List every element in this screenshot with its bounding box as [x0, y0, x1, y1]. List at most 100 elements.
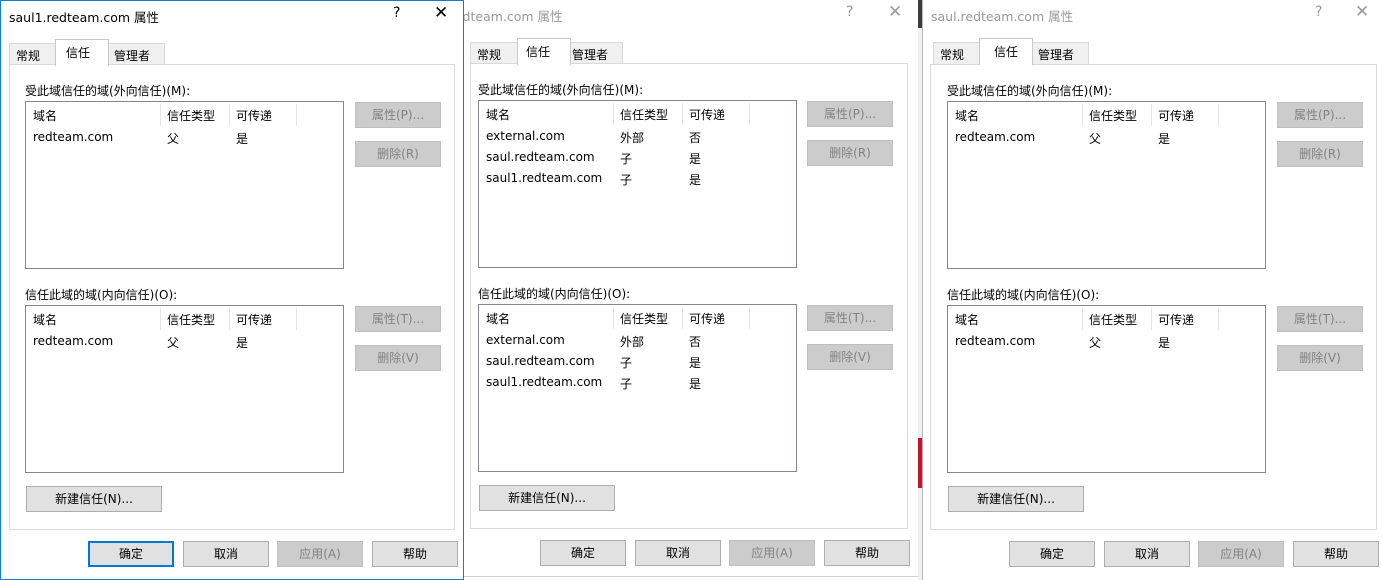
- column-header-domain[interactable]: 域名: [486, 106, 510, 123]
- column-header-domain[interactable]: 域名: [33, 107, 57, 124]
- help-icon[interactable]: ?: [1315, 4, 1322, 20]
- tab-managed-by[interactable]: 管理者: [1031, 42, 1089, 64]
- column-header-transitive[interactable]: 可传递: [689, 106, 725, 123]
- new-trust-button[interactable]: 新建信任(N)...: [26, 486, 162, 512]
- outgoing-properties-button[interactable]: 属性(P)...: [807, 101, 893, 127]
- ok-button[interactable]: 确定: [540, 540, 626, 566]
- column-header-trust-type[interactable]: 信任类型: [620, 106, 668, 123]
- incoming-properties-button[interactable]: 属性(T)...: [807, 305, 893, 331]
- transitive-cell: 是: [689, 356, 702, 370]
- domain-cell: external.com: [486, 333, 565, 347]
- tab-trusts[interactable]: 信任: [517, 38, 571, 65]
- incoming-properties-button[interactable]: 属性(T)...: [1277, 306, 1363, 332]
- column-header-domain[interactable]: 域名: [955, 107, 979, 124]
- ok-button[interactable]: 确定: [88, 541, 174, 567]
- outgoing-remove-button[interactable]: 删除(R): [355, 141, 441, 167]
- incoming-trusts-list[interactable]: 域名 信任类型 可传递 redteam.com 父 是: [25, 305, 344, 473]
- outgoing-remove-button[interactable]: 删除(R): [807, 140, 893, 166]
- outgoing-properties-button[interactable]: 属性(P)...: [1277, 102, 1363, 128]
- list-item[interactable]: redteam.com 父 是: [26, 128, 343, 149]
- apply-button[interactable]: 应用(A): [1198, 541, 1284, 567]
- column-header-trust-type[interactable]: 信任类型: [620, 310, 668, 327]
- outgoing-trusts-list[interactable]: 域名 信任类型 可传递 redteam.com 父 是: [25, 101, 344, 269]
- incoming-remove-button[interactable]: 删除(V): [1277, 345, 1363, 371]
- trust-type-cell: 子: [620, 377, 633, 391]
- incoming-remove-button[interactable]: 删除(V): [355, 345, 441, 371]
- list-item[interactable]: saul.redteam.com 子 是: [479, 352, 796, 373]
- apply-button[interactable]: 应用(A): [729, 540, 815, 566]
- tab-trusts[interactable]: 信任: [979, 38, 1033, 65]
- title-bar[interactable]: saul1.redteam.com 属性 ? ✕: [1, 1, 463, 29]
- column-divider: [613, 307, 614, 329]
- title-bar[interactable]: saul.redteam.com 属性 ? ✕: [923, 0, 1382, 28]
- column-header-domain[interactable]: 域名: [33, 311, 57, 328]
- incoming-trusts-label: 信任此域的域(内向信任)(O):: [478, 287, 631, 301]
- close-icon[interactable]: ✕: [888, 2, 902, 22]
- cancel-button[interactable]: 取消: [183, 541, 269, 567]
- trust-type-cell: 父: [167, 336, 180, 350]
- tab-trusts[interactable]: 信任: [55, 39, 109, 66]
- ok-button[interactable]: 确定: [1009, 541, 1095, 567]
- domain-cell: redteam.com: [33, 130, 114, 144]
- tab-general[interactable]: 常规: [470, 42, 518, 64]
- transitive-cell: 是: [236, 132, 249, 146]
- title-bar[interactable]: redteam.com 属性 ? ✕: [464, 0, 918, 28]
- transitive-cell: 是: [689, 173, 702, 187]
- new-trust-button[interactable]: 新建信任(N)...: [479, 485, 615, 511]
- outgoing-trusts-list[interactable]: 域名 信任类型 可传递 external.com 外部 否 saul.redte…: [478, 100, 797, 268]
- column-header-trust-type[interactable]: 信任类型: [167, 311, 215, 328]
- column-header-domain[interactable]: 域名: [486, 310, 510, 327]
- incoming-trusts-list[interactable]: 域名 信任类型 可传递 redteam.com 父 是: [947, 305, 1266, 473]
- column-divider: [160, 308, 161, 330]
- tab-managed-by[interactable]: 管理者: [107, 43, 165, 65]
- list-item[interactable]: external.com 外部 否: [479, 127, 796, 148]
- list-item[interactable]: redteam.com 父 是: [948, 332, 1265, 353]
- help-button[interactable]: 帮助: [1293, 541, 1379, 567]
- incoming-trusts-list[interactable]: 域名 信任类型 可传递 external.com 外部 否 saul.redte…: [478, 304, 797, 472]
- list-item[interactable]: redteam.com 父 是: [26, 332, 343, 353]
- close-icon[interactable]: ✕: [434, 3, 448, 23]
- column-header-trust-type[interactable]: 信任类型: [1089, 107, 1137, 124]
- column-divider: [229, 104, 230, 126]
- column-divider: [1218, 308, 1219, 330]
- list-item[interactable]: saul1.redteam.com 子 是: [479, 169, 796, 190]
- help-icon[interactable]: ?: [393, 5, 400, 21]
- domain-cell: saul.redteam.com: [486, 150, 595, 164]
- domain-cell: redteam.com: [955, 130, 1036, 144]
- transitive-cell: 否: [689, 131, 702, 145]
- apply-button[interactable]: 应用(A): [277, 541, 363, 567]
- outgoing-remove-button[interactable]: 删除(R): [1277, 141, 1363, 167]
- column-header-trust-type[interactable]: 信任类型: [1089, 311, 1137, 328]
- outgoing-trusts-list[interactable]: 域名 信任类型 可传递 redteam.com 父 是: [947, 101, 1266, 269]
- column-header-transitive[interactable]: 可传递: [689, 310, 725, 327]
- column-header-transitive[interactable]: 可传递: [236, 107, 272, 124]
- tab-general[interactable]: 常规: [9, 43, 57, 65]
- divider: [464, 576, 918, 577]
- column-header-domain[interactable]: 域名: [955, 311, 979, 328]
- tab-managed-by[interactable]: 管理者: [565, 42, 623, 64]
- help-button[interactable]: 帮助: [372, 541, 458, 567]
- transitive-cell: 是: [1158, 336, 1171, 350]
- incoming-remove-button[interactable]: 删除(V): [807, 344, 893, 370]
- column-divider: [296, 104, 297, 126]
- list-item[interactable]: redteam.com 父 是: [948, 128, 1265, 149]
- cancel-button[interactable]: 取消: [1104, 541, 1190, 567]
- column-header-transitive[interactable]: 可传递: [1158, 107, 1194, 124]
- help-icon[interactable]: ?: [846, 4, 853, 20]
- tab-general[interactable]: 常规: [933, 42, 981, 64]
- column-header-transitive[interactable]: 可传递: [236, 311, 272, 328]
- trust-type-cell: 父: [167, 132, 180, 146]
- list-item[interactable]: saul.redteam.com 子 是: [479, 148, 796, 169]
- transitive-cell: 是: [689, 152, 702, 166]
- incoming-properties-button[interactable]: 属性(T)...: [355, 306, 441, 332]
- list-item[interactable]: saul1.redteam.com 子 是: [479, 373, 796, 394]
- list-item[interactable]: external.com 外部 否: [479, 331, 796, 352]
- new-trust-button[interactable]: 新建信任(N)...: [948, 486, 1084, 512]
- column-header-transitive[interactable]: 可传递: [1158, 311, 1194, 328]
- column-header-trust-type[interactable]: 信任类型: [167, 107, 215, 124]
- outgoing-properties-button[interactable]: 属性(P)...: [355, 102, 441, 128]
- domain-cell: saul.redteam.com: [486, 354, 595, 368]
- cancel-button[interactable]: 取消: [635, 540, 721, 566]
- help-button[interactable]: 帮助: [824, 540, 910, 566]
- close-icon[interactable]: ✕: [1355, 2, 1369, 22]
